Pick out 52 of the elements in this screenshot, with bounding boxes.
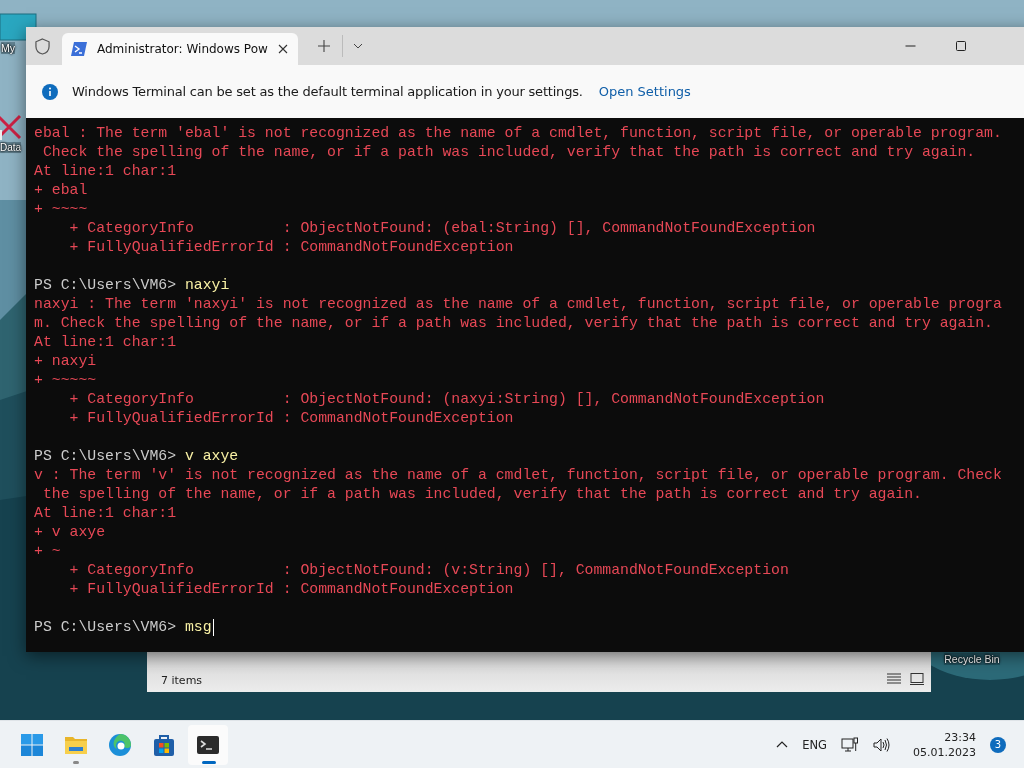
error-line: m. Check the spelling of the name, or if a path was included, verify that the path is correct and try again. [34, 314, 994, 333]
prompt-text: PS C:\Users\VM6> [34, 618, 177, 637]
store-bag-icon [152, 732, 176, 757]
dropdown-icon[interactable] [353, 43, 363, 49]
error-line: + ~~~~ [34, 200, 89, 219]
error-line: + CategoryInfo : ObjectNotFound: (ebal:String) [], CommandNotFoundException [68, 219, 817, 238]
prompt-text: PS C:\Users\VM6> [34, 276, 177, 295]
terminal-tab[interactable]: Administrator: Windows Pow [62, 33, 298, 65]
error-line: + CategoryInfo : ObjectNotFound: (v:String) [], CommandNotFoundException [68, 561, 790, 580]
tiles-view-icon[interactable] [910, 673, 924, 685]
close-icon[interactable] [278, 44, 288, 54]
error-line: naxyi : The term 'naxyi' is not recognized as the name of a cmdlet, function, script file, or operable progra [34, 295, 1003, 314]
new-tab-icon[interactable] [318, 40, 330, 52]
error-line: At line:1 char:1 [34, 333, 178, 352]
clock-time[interactable]: 23:34 [944, 729, 976, 745]
error-line: At line:1 char:1 [34, 504, 178, 523]
edge-browser-icon [108, 732, 132, 757]
command-text: naxyi [184, 276, 230, 295]
error-line: + ~~~~~ [34, 371, 98, 390]
error-line: + ~ [34, 542, 62, 561]
taskbar-app-button[interactable] [188, 724, 228, 765]
error-line: Check the spelling of the name, or if a path was included, verify that the path is correct and try again. [41, 143, 977, 162]
network-icon[interactable] [841, 736, 859, 753]
command-text: v axye [184, 447, 239, 466]
volume-icon[interactable] [873, 736, 891, 753]
error-line: ebal : The term 'ebal' is not recognized as the name of a cmdlet, function, script file, or operable program. [34, 124, 1003, 143]
info-message: Windows Terminal can be set as the default terminal application in your settings. [72, 84, 583, 99]
error-line: + v axye [34, 523, 107, 542]
command-text: msg [184, 618, 212, 637]
error-line: v : The term 'v' is not recognized as the name of a cmdlet, function, script file, or operable program. Check [34, 466, 1003, 485]
open-settings-link[interactable]: Open Settings [598, 84, 691, 99]
prompt-text: PS C:\Users\VM6> [34, 447, 177, 466]
chevron-up-icon[interactable] [776, 741, 789, 748]
text-cursor [212, 619, 214, 636]
info-icon [42, 83, 58, 100]
error-line: + naxyi [34, 352, 98, 371]
details-view-icon[interactable] [887, 673, 901, 685]
notification-badge[interactable]: 3 [990, 736, 1006, 753]
error-line: + FullyQualifiedErrorId : CommandNotFoundException [68, 238, 515, 257]
error-line: + ebal [34, 181, 89, 200]
error-line: + FullyQualifiedErrorId : CommandNotFoundException [68, 580, 515, 599]
clock-date[interactable]: 05.01.2023 [913, 744, 976, 760]
error-line: the spelling of the name, or if a path was included, verify that the path is correct and try again. [41, 485, 923, 504]
shield-icon [35, 37, 50, 55]
language-indicator[interactable]: ENG [802, 737, 827, 752]
windows-start-icon [20, 732, 44, 757]
error-line: At line:1 char:1 [34, 162, 178, 181]
powershell-icon [71, 42, 87, 56]
item-count: 7 items [161, 674, 203, 687]
error-line: + FullyQualifiedErrorId : CommandNotFoundException [68, 409, 515, 428]
error-line: + CategoryInfo : ObjectNotFound: (naxyi:String) [], CommandNotFoundException [68, 390, 826, 409]
maximize-icon[interactable] [956, 41, 966, 51]
